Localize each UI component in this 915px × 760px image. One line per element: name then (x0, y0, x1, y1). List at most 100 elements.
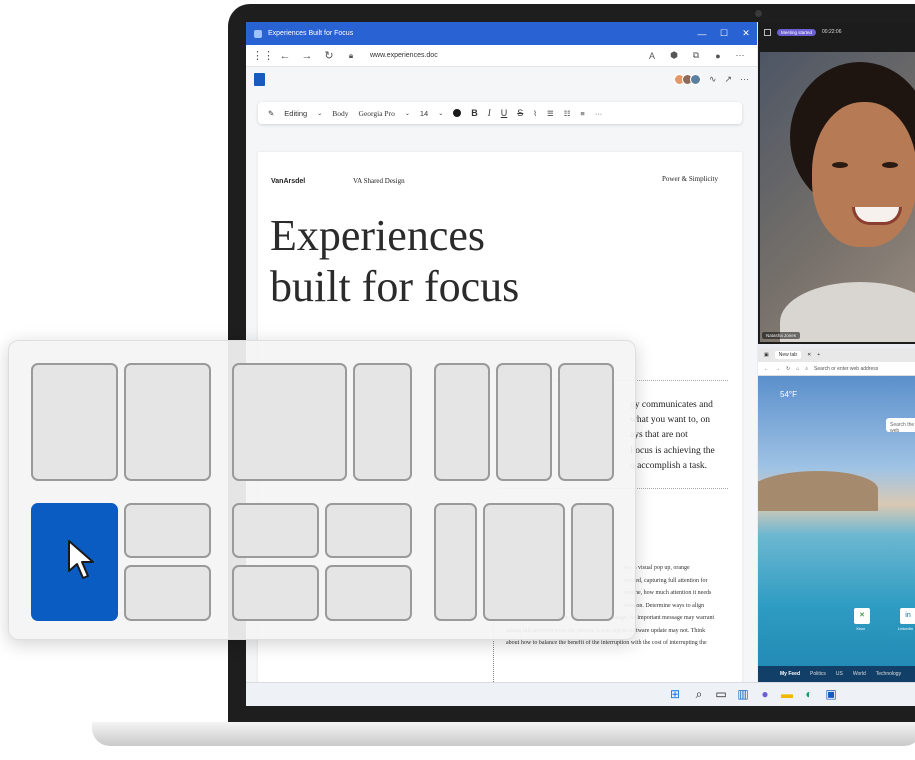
url-field[interactable]: www.experiences.doc (370, 52, 641, 59)
avatar (689, 73, 701, 85)
pencil-icon: ✎ (268, 108, 275, 118)
text-line: o accomplish a task. (630, 460, 708, 471)
profile-icon[interactable]: ● (707, 51, 729, 61)
snap-zone-half-left[interactable] (31, 363, 118, 481)
search-icon[interactable]: ⌕ (692, 687, 706, 701)
page-title[interactable]: Experiences built for focus (270, 210, 590, 312)
share-icon[interactable]: ↗ (724, 74, 732, 85)
app-icon (254, 29, 262, 38)
new-tab-icon[interactable]: + (817, 352, 820, 358)
xbox-icon[interactable]: ✕ (854, 608, 870, 624)
video-call-window: Meeting started 00:22:06 Natasha Jones (758, 22, 915, 344)
body-paragraph[interactable]: gy communicates and what you want to, on… (630, 398, 740, 474)
feed-tab[interactable]: Politics (810, 671, 826, 677)
collections-icon[interactable]: ⧉ (685, 50, 707, 61)
apps-grid-icon[interactable]: ⋮⋮ (252, 49, 274, 62)
file-explorer-icon[interactable]: ▬ (780, 687, 794, 701)
forward-icon[interactable]: → (296, 50, 318, 62)
font-size-dropdown[interactable]: 14 (420, 109, 428, 118)
snap-zone-quarter-top[interactable] (124, 503, 211, 558)
snap-zone-quad-top-left[interactable] (232, 503, 319, 558)
feed-tab[interactable]: US (836, 671, 843, 677)
close-tab-icon[interactable]: ✕ (807, 352, 811, 358)
chevron-down-icon[interactable]: ⌄ (317, 110, 322, 117)
chevron-down-icon[interactable]: ⌄ (438, 110, 443, 117)
snap-zone-narrow-right[interactable] (353, 363, 412, 481)
more-formatting-button[interactable]: ··· (595, 109, 603, 118)
brand-logo: VanArsdel (271, 178, 306, 185)
snap-zone-quarter-bottom[interactable] (124, 565, 211, 621)
formatting-ribbon: ✎ Editing ⌄ Body Georgia Pro ⌄ 14 ⌄ B I … (258, 102, 742, 124)
back-icon[interactable]: ← (274, 50, 296, 62)
snap-zone-narrow-left[interactable] (434, 503, 477, 621)
more-icon[interactable]: ⋯ (729, 50, 751, 61)
snap-zone-third-middle[interactable] (496, 363, 552, 481)
feed-tab[interactable]: My Feed (780, 671, 800, 677)
strikethrough-button[interactable]: S (517, 108, 523, 118)
snap-zone-half-right[interactable] (124, 363, 211, 481)
camera (755, 10, 762, 17)
feed-tab[interactable]: World (853, 671, 866, 677)
chevron-down-icon[interactable]: ⌄ (405, 110, 410, 117)
extensions-icon[interactable]: ⬢ (663, 50, 685, 61)
widgets-icon[interactable]: ▥ (736, 687, 750, 701)
feed-tab[interactable]: Technology (876, 671, 901, 677)
snap-zone-quad-top-right[interactable] (325, 503, 412, 558)
highlight-icon[interactable]: ⌇ (533, 109, 537, 118)
store-icon[interactable]: ▣ (824, 687, 838, 701)
call-timer: 00:22:06 (822, 29, 842, 35)
snap-zone-quad-bottom-right[interactable] (325, 565, 412, 621)
maximize-button[interactable]: ☐ (713, 28, 735, 39)
tab-new-tab[interactable]: New tab (774, 351, 802, 359)
snap-zone-active[interactable] (31, 503, 118, 621)
minimize-button[interactable]: — (691, 29, 713, 39)
window-title: Experiences Built for Focus (268, 30, 354, 37)
refresh-icon[interactable]: ↻ (318, 49, 340, 62)
coauthor-avatars[interactable] (673, 73, 701, 85)
activity-icon[interactable]: ∿ (709, 74, 717, 85)
snap-zone-wide-center[interactable] (483, 503, 565, 621)
task-view-icon[interactable]: ▭ (714, 687, 728, 701)
document-subtitle: VA Shared Design (353, 177, 405, 185)
edge-address-input[interactable]: Search or enter web address (814, 366, 878, 372)
news-feed-tabs: My Feed Politics US World Technology (758, 666, 915, 682)
snap-zone-third-left[interactable] (434, 363, 490, 481)
align-icon[interactable]: ≡ (580, 109, 584, 118)
headline-line: built for focus (270, 262, 520, 311)
refresh-icon[interactable]: ↻ (786, 366, 790, 372)
italic-button[interactable]: I (488, 108, 491, 118)
close-button[interactable]: ✕ (735, 28, 757, 39)
layout-grid-icon[interactable] (764, 28, 771, 36)
weather-widget[interactable]: 54°F (780, 390, 797, 399)
web-search-box[interactable]: Search the web (886, 418, 915, 434)
snap-zone-third-right[interactable] (558, 363, 614, 481)
back-icon[interactable]: ← (764, 366, 769, 372)
call-toolbar: Meeting started 00:22:06 (758, 22, 915, 42)
laptop-base (92, 722, 915, 746)
editing-mode-dropdown[interactable]: Editing (284, 109, 307, 118)
start-icon[interactable]: ⊞ (668, 687, 682, 701)
more-options-icon[interactable]: ⋯ (740, 74, 749, 85)
read-aloud-icon[interactable]: A (641, 51, 663, 61)
edge-window: ▣ New tab ✕ + ← → ↻ ⌂ ⌕ Search or enter … (758, 348, 915, 682)
snap-zone-quad-bottom-left[interactable] (232, 565, 319, 621)
participant-name: Natasha Jones (762, 332, 801, 339)
bullet-list-icon[interactable]: ☰ (547, 109, 554, 118)
font-color-button[interactable] (453, 109, 462, 117)
style-dropdown[interactable]: Body (332, 109, 348, 118)
tab-actions-icon[interactable]: ▣ (764, 352, 769, 358)
chat-icon[interactable]: ● (758, 687, 772, 701)
font-dropdown[interactable]: Georgia Pro (359, 109, 395, 118)
snap-zone-narrow-right-2[interactable] (571, 503, 614, 621)
participant-eye (832, 162, 848, 168)
forward-icon[interactable]: → (775, 366, 780, 372)
home-icon[interactable]: ⌂ (796, 366, 799, 372)
snap-zone-wide-left[interactable] (232, 363, 347, 481)
edge-browser-icon[interactable]: ◐ (802, 687, 816, 701)
numbered-list-icon[interactable]: ☷ (564, 109, 571, 118)
underline-button[interactable]: U (501, 108, 508, 118)
bold-button[interactable]: B (471, 108, 478, 118)
linkedin-icon[interactable]: in (900, 608, 915, 624)
mouse-pointer-icon (68, 540, 94, 579)
collaboration-tools: ∿ ↗ ⋯ (673, 73, 749, 85)
